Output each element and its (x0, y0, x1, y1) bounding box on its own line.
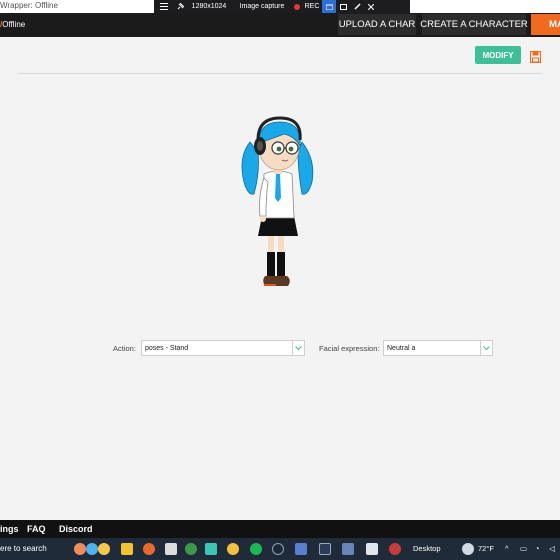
file-explorer-icon[interactable] (121, 543, 133, 555)
pin-icon[interactable] (174, 0, 186, 13)
facial-expression-label: Facial expression: (319, 344, 380, 353)
taskbar: ere to search Desktop 72°F ^ ▭ ◔ ◁ (0, 538, 560, 560)
modify-button[interactable]: MODIFY (475, 46, 521, 64)
balloon-icon[interactable] (98, 543, 110, 555)
capture-resolution: 1280x1024 (191, 3, 227, 10)
divider (18, 73, 542, 74)
logo-text: Offline (2, 20, 26, 29)
store-icon[interactable] (165, 543, 177, 555)
capture-toolbar: 1280x1024 Image capture REC (154, 0, 410, 13)
upload-char-button[interactable]: UPLOAD A CHAR (338, 14, 416, 35)
menu-icon[interactable] (154, 0, 174, 13)
record-icon[interactable] (389, 543, 401, 555)
action-select-value: poses - Stand (145, 344, 189, 352)
camera-icon[interactable] (322, 0, 336, 13)
photos-icon[interactable] (205, 543, 217, 555)
taskbar-search[interactable]: ere to search (0, 544, 47, 553)
truncated-orange-button[interactable]: MA (531, 14, 560, 35)
site-footer: ings FAQ Discord (0, 520, 560, 538)
app-header: /Offline UPLOAD A CHAR CREATE A CHARACTE… (0, 13, 560, 37)
chevron-down-icon (292, 341, 304, 355)
save-icon[interactable] (529, 50, 542, 64)
app-icon[interactable] (295, 543, 307, 555)
footer-link-faq[interactable]: FAQ (27, 524, 46, 534)
pencil-icon[interactable] (350, 0, 364, 13)
facial-expression-select[interactable]: Neutral a (383, 340, 493, 356)
browser-icon[interactable] (227, 543, 239, 555)
footer-link-settings[interactable]: ings (0, 524, 19, 534)
app-icon[interactable] (342, 543, 354, 555)
roblox-icon[interactable] (366, 543, 378, 555)
facial-expression-value: Neutral a (387, 344, 416, 352)
create-character-button[interactable]: CREATE A CHARACTER (420, 14, 528, 35)
rec-dot-icon (292, 0, 302, 13)
close-icon[interactable] (364, 0, 378, 13)
weather-icon (462, 543, 474, 555)
logo[interactable]: /Offline (0, 20, 25, 29)
chevron-up-icon[interactable]: ^ (505, 544, 509, 553)
browser-title: Wrapper: Offline (0, 1, 58, 10)
balloon-icon[interactable] (86, 543, 98, 555)
temperature: 72°F (478, 544, 494, 553)
balloon-icon[interactable] (74, 543, 86, 555)
v-app-icon[interactable] (319, 543, 331, 555)
footer-link-discord[interactable]: Discord (59, 524, 93, 534)
battery-icon[interactable]: ▭ (520, 544, 527, 553)
spotify-icon[interactable] (250, 543, 262, 555)
network-icon[interactable]: ◔ (535, 544, 540, 553)
character-preview (228, 112, 328, 302)
rec-button[interactable]: REC (302, 0, 322, 13)
chrome-icon[interactable] (185, 543, 197, 555)
desktop-label[interactable]: Desktop (413, 544, 441, 553)
action-select[interactable]: poses - Stand (141, 340, 305, 356)
screen-icon[interactable] (336, 0, 350, 13)
volume-icon[interactable]: ◁ (549, 544, 555, 553)
action-label: Action: (113, 344, 136, 353)
steam-icon[interactable] (272, 543, 284, 555)
capture-mode[interactable]: Image capture (232, 0, 292, 13)
chevron-down-icon (480, 341, 492, 355)
firefox-icon[interactable] (143, 543, 155, 555)
